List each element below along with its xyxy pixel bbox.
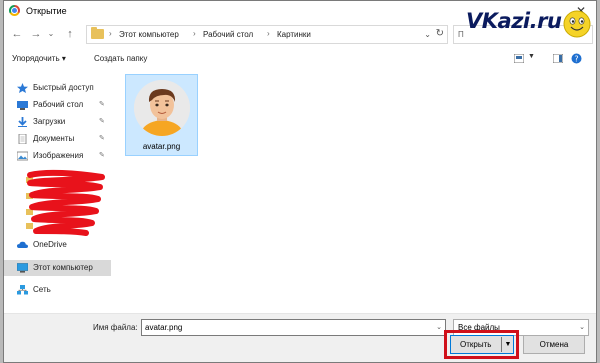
forward-arrow-icon[interactable]: → [28, 26, 44, 42]
watermark: VKazi.ru [451, 1, 596, 47]
avatar-thumbnail [134, 80, 190, 136]
open-options-dropdown[interactable]: ▼ [501, 337, 514, 352]
nav-item-quick-access[interactable]: Быстрый доступ [4, 80, 111, 96]
nav-label: Рабочий стол [33, 100, 84, 109]
filename-value: avatar.png [145, 323, 183, 332]
chevron-down-icon[interactable]: ⌄ [436, 323, 442, 331]
nav-label: Сеть [33, 285, 51, 294]
nav-label: OneDrive [33, 240, 67, 249]
breadcrumb-separator: › [109, 29, 112, 38]
open-button[interactable]: Открыть ▼ [450, 335, 514, 354]
toolbar: Упорядочить ▾ Создать папку ▼ ? [4, 49, 596, 69]
smiley-icon [563, 10, 591, 38]
filename-input[interactable]: avatar.png ⌄ [141, 319, 446, 336]
nav-item-desktop[interactable]: Рабочий стол ✎ [4, 97, 111, 113]
nav-item-this-pc[interactable]: Этот компьютер [4, 260, 111, 276]
pin-icon: ✎ [99, 135, 105, 142]
view-icon[interactable] [514, 54, 524, 63]
file-name: avatar.png [142, 142, 181, 151]
chevron-down-icon[interactable]: ▼ [528, 53, 535, 60]
desktop-icon [17, 101, 28, 110]
navigation-pane: Быстрый доступ Рабочий стол ✎ Загрузки ✎… [4, 71, 111, 312]
organize-button[interactable]: Упорядочить ▾ [12, 54, 66, 63]
breadcrumb-desktop[interactable]: Рабочий стол [203, 30, 253, 39]
breadcrumb-this-pc[interactable]: Этот компьютер [119, 30, 179, 39]
filename-label: Имя файла: [93, 323, 138, 332]
document-icon [18, 134, 27, 144]
pin-icon: ✎ [99, 152, 105, 159]
breadcrumb-pictures[interactable]: Картинки [277, 30, 311, 39]
nav-item-network[interactable]: Сеть [4, 282, 111, 298]
pin-icon: ✎ [99, 118, 105, 125]
nav-label: Загрузки [33, 117, 66, 126]
avatar-image [134, 80, 190, 136]
cancel-button[interactable]: Отмена [523, 335, 585, 354]
preview-pane-icon[interactable] [553, 54, 563, 63]
watermark-text: VKazi.ru [466, 9, 562, 33]
chevron-down-icon[interactable]: ⌄ [46, 26, 56, 42]
nav-item-pictures[interactable]: Изображения ✎ [4, 148, 111, 164]
file-item[interactable]: avatar.png [125, 74, 198, 156]
pictures-icon [17, 151, 28, 161]
folder-icon [91, 27, 104, 39]
breadcrumb-separator: › [193, 29, 196, 38]
nav-label: Изображения [33, 151, 84, 160]
star-icon [17, 83, 28, 93]
chevron-down-icon[interactable]: ⌄ [424, 30, 431, 39]
address-bar[interactable]: › Этот компьютер › Рабочий стол › Картин… [86, 25, 448, 44]
up-arrow-icon[interactable]: ↑ [62, 26, 78, 42]
computer-icon [17, 263, 28, 273]
help-icon[interactable]: ? [571, 53, 582, 64]
redaction-scribble [26, 169, 105, 236]
svg-text:?: ? [574, 54, 578, 63]
open-file-dialog: Открытие ✕ ← → ⌄ ↑ › Этот компьютер › Ра… [3, 0, 597, 363]
chevron-down-icon: ⌄ [579, 324, 585, 331]
download-icon [18, 117, 27, 127]
nav-label: Этот компьютер [33, 263, 93, 272]
breadcrumb-separator: › [267, 29, 270, 38]
cloud-icon [17, 241, 28, 248]
network-icon [17, 285, 28, 295]
new-folder-button[interactable]: Создать папку [94, 54, 147, 63]
nav-item-downloads[interactable]: Загрузки ✎ [4, 114, 111, 130]
window-title: Открытие [26, 6, 67, 16]
file-list: avatar.png [116, 71, 594, 312]
pin-icon: ✎ [99, 101, 105, 108]
nav-label: Быстрый доступ [33, 83, 94, 92]
chrome-icon [9, 5, 20, 16]
nav-item-onedrive[interactable]: OneDrive [4, 237, 111, 253]
back-arrow-icon[interactable]: ← [9, 26, 25, 42]
open-button-label: Открыть [460, 340, 492, 349]
nav-item-documents[interactable]: Документы ✎ [4, 131, 111, 147]
refresh-icon[interactable]: ↻ [436, 28, 444, 39]
nav-label: Документы [33, 134, 75, 143]
